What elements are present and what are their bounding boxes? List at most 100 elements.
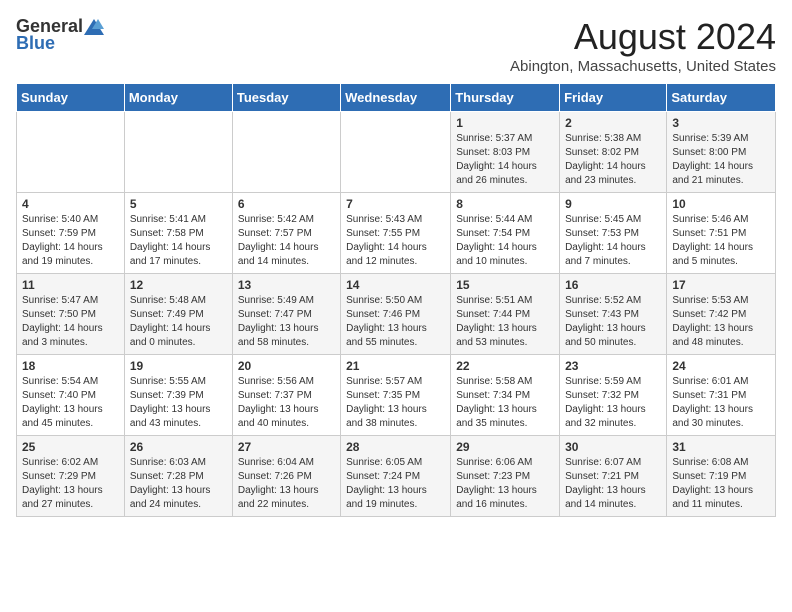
day-number: 19 [130, 359, 227, 373]
day-number: 23 [565, 359, 661, 373]
logo-blue: Blue [16, 33, 55, 54]
day-info: Sunrise: 5:47 AM Sunset: 7:50 PM Dayligh… [22, 294, 119, 350]
week-row-5: 25 Sunrise: 6:02 AM Sunset: 7:29 PM Dayli… [17, 436, 776, 517]
day-info: Sunrise: 5:54 AM Sunset: 7:40 PM Dayligh… [22, 375, 119, 431]
day-info: Sunrise: 6:04 AM Sunset: 7:26 PM Dayligh… [238, 456, 335, 512]
day-info: Sunrise: 5:46 AM Sunset: 7:51 PM Dayligh… [672, 213, 770, 269]
day-number: 17 [672, 278, 770, 292]
day-number: 18 [22, 359, 119, 373]
day-info: Sunrise: 5:55 AM Sunset: 7:39 PM Dayligh… [130, 375, 227, 431]
day-info: Sunrise: 6:03 AM Sunset: 7:28 PM Dayligh… [130, 456, 227, 512]
calendar-cell: 5 Sunrise: 5:41 AM Sunset: 7:58 PM Daylig… [124, 193, 232, 274]
calendar-cell: 18 Sunrise: 5:54 AM Sunset: 7:40 PM Dayli… [17, 355, 125, 436]
title-area: August 2024 Abington, Massachusetts, Uni… [510, 16, 776, 75]
calendar-cell: 11Sunrise: 5:47 AM Sunset: 7:50 PM Dayli… [17, 274, 125, 355]
calendar-cell: 25 Sunrise: 6:02 AM Sunset: 7:29 PM Dayli… [17, 436, 125, 517]
day-info: Sunrise: 5:53 AM Sunset: 7:42 PM Dayligh… [672, 294, 770, 350]
calendar-cell: 10 Sunrise: 5:46 AM Sunset: 7:51 PM Dayli… [667, 193, 776, 274]
day-number: 24 [672, 359, 770, 373]
day-number: 8 [456, 197, 554, 211]
calendar-cell: 19 Sunrise: 5:55 AM Sunset: 7:39 PM Dayli… [124, 355, 232, 436]
column-header-friday: Friday [560, 84, 667, 112]
calendar-cell: 4 Sunrise: 5:40 AM Sunset: 7:59 PM Daylig… [17, 193, 125, 274]
day-number: 13 [238, 278, 335, 292]
calendar-cell: 16 Sunrise: 5:52 AM Sunset: 7:43 PM Dayli… [560, 274, 667, 355]
calendar-cell: 22 Sunrise: 5:58 AM Sunset: 7:34 PM Dayli… [451, 355, 560, 436]
day-number: 4 [22, 197, 119, 211]
column-header-wednesday: Wednesday [341, 84, 451, 112]
calendar-cell: 24 Sunrise: 6:01 AM Sunset: 7:31 PM Dayli… [667, 355, 776, 436]
day-info: Sunrise: 5:58 AM Sunset: 7:34 PM Dayligh… [456, 375, 554, 431]
day-info: Sunrise: 5:57 AM Sunset: 7:35 PM Dayligh… [346, 375, 445, 431]
week-row-1: 1 Sunrise: 5:37 AM Sunset: 8:03 PM Daylig… [17, 112, 776, 193]
calendar-cell: 21 Sunrise: 5:57 AM Sunset: 7:35 PM Dayli… [341, 355, 451, 436]
day-info: Sunrise: 5:48 AM Sunset: 7:49 PM Dayligh… [130, 294, 227, 350]
month-title: August 2024 [510, 16, 776, 58]
day-number: 25 [22, 440, 119, 454]
day-info: Sunrise: 5:52 AM Sunset: 7:43 PM Dayligh… [565, 294, 661, 350]
week-row-2: 4 Sunrise: 5:40 AM Sunset: 7:59 PM Daylig… [17, 193, 776, 274]
calendar-cell: 28Sunrise: 6:05 AM Sunset: 7:24 PM Dayli… [341, 436, 451, 517]
calendar-cell: 15 Sunrise: 5:51 AM Sunset: 7:44 PM Dayli… [451, 274, 560, 355]
calendar-cell: 8 Sunrise: 5:44 AM Sunset: 7:54 PM Daylig… [451, 193, 560, 274]
calendar-cell: 6 Sunrise: 5:42 AM Sunset: 7:57 PM Daylig… [232, 193, 340, 274]
column-header-tuesday: Tuesday [232, 84, 340, 112]
calendar-cell: 3 Sunrise: 5:39 AM Sunset: 8:00 PM Daylig… [667, 112, 776, 193]
day-info: Sunrise: 6:07 AM Sunset: 7:21 PM Dayligh… [565, 456, 661, 512]
calendar-cell: 12Sunrise: 5:48 AM Sunset: 7:49 PM Dayli… [124, 274, 232, 355]
calendar-cell: 30 Sunrise: 6:07 AM Sunset: 7:21 PM Dayli… [560, 436, 667, 517]
calendar-cell: 14 Sunrise: 5:50 AM Sunset: 7:46 PM Dayli… [341, 274, 451, 355]
calendar-cell: 7 Sunrise: 5:43 AM Sunset: 7:55 PM Daylig… [341, 193, 451, 274]
day-number: 6 [238, 197, 335, 211]
day-number: 7 [346, 197, 445, 211]
day-number: 14 [346, 278, 445, 292]
day-number: 9 [565, 197, 661, 211]
day-info: Sunrise: 5:41 AM Sunset: 7:58 PM Dayligh… [130, 213, 227, 269]
calendar-cell: 17 Sunrise: 5:53 AM Sunset: 7:42 PM Dayli… [667, 274, 776, 355]
day-info: Sunrise: 6:06 AM Sunset: 7:23 PM Dayligh… [456, 456, 554, 512]
day-number: 29 [456, 440, 554, 454]
calendar-cell [232, 112, 340, 193]
calendar-cell: 31Sunrise: 6:08 AM Sunset: 7:19 PM Dayli… [667, 436, 776, 517]
day-number: 10 [672, 197, 770, 211]
column-header-monday: Monday [124, 84, 232, 112]
day-info: Sunrise: 5:56 AM Sunset: 7:37 PM Dayligh… [238, 375, 335, 431]
day-info: Sunrise: 5:42 AM Sunset: 7:57 PM Dayligh… [238, 213, 335, 269]
day-number: 31 [672, 440, 770, 454]
day-info: Sunrise: 5:51 AM Sunset: 7:44 PM Dayligh… [456, 294, 554, 350]
calendar-cell: 9Sunrise: 5:45 AM Sunset: 7:53 PM Daylig… [560, 193, 667, 274]
day-info: Sunrise: 5:40 AM Sunset: 7:59 PM Dayligh… [22, 213, 119, 269]
day-number: 28 [346, 440, 445, 454]
calendar-table: SundayMondayTuesdayWednesdayThursdayFrid… [16, 83, 776, 517]
day-info: Sunrise: 5:43 AM Sunset: 7:55 PM Dayligh… [346, 213, 445, 269]
day-number: 26 [130, 440, 227, 454]
day-info: Sunrise: 5:44 AM Sunset: 7:54 PM Dayligh… [456, 213, 554, 269]
day-number: 3 [672, 116, 770, 130]
day-number: 22 [456, 359, 554, 373]
day-info: Sunrise: 5:39 AM Sunset: 8:00 PM Dayligh… [672, 132, 770, 188]
day-info: Sunrise: 6:01 AM Sunset: 7:31 PM Dayligh… [672, 375, 770, 431]
day-info: Sunrise: 5:49 AM Sunset: 7:47 PM Dayligh… [238, 294, 335, 350]
calendar-cell: 27 Sunrise: 6:04 AM Sunset: 7:26 PM Dayli… [232, 436, 340, 517]
day-info: Sunrise: 6:02 AM Sunset: 7:29 PM Dayligh… [22, 456, 119, 512]
day-number: 15 [456, 278, 554, 292]
day-number: 27 [238, 440, 335, 454]
calendar-cell: 20Sunrise: 5:56 AM Sunset: 7:37 PM Dayli… [232, 355, 340, 436]
week-row-4: 18 Sunrise: 5:54 AM Sunset: 7:40 PM Dayli… [17, 355, 776, 436]
day-number: 21 [346, 359, 445, 373]
week-row-3: 11Sunrise: 5:47 AM Sunset: 7:50 PM Dayli… [17, 274, 776, 355]
day-info: Sunrise: 5:50 AM Sunset: 7:46 PM Dayligh… [346, 294, 445, 350]
day-number: 1 [456, 116, 554, 130]
day-number: 30 [565, 440, 661, 454]
day-number: 5 [130, 197, 227, 211]
logo-icon [84, 19, 104, 35]
page-header: General Blue August 2024 Abington, Massa… [16, 16, 776, 75]
location-title: Abington, Massachusetts, United States [510, 58, 776, 75]
day-info: Sunrise: 5:38 AM Sunset: 8:02 PM Dayligh… [565, 132, 661, 188]
column-header-thursday: Thursday [451, 84, 560, 112]
day-info: Sunrise: 5:37 AM Sunset: 8:03 PM Dayligh… [456, 132, 554, 188]
calendar-cell: 1 Sunrise: 5:37 AM Sunset: 8:03 PM Daylig… [451, 112, 560, 193]
day-number: 16 [565, 278, 661, 292]
calendar-cell: 23Sunrise: 5:59 AM Sunset: 7:32 PM Dayli… [560, 355, 667, 436]
calendar-cell [341, 112, 451, 193]
